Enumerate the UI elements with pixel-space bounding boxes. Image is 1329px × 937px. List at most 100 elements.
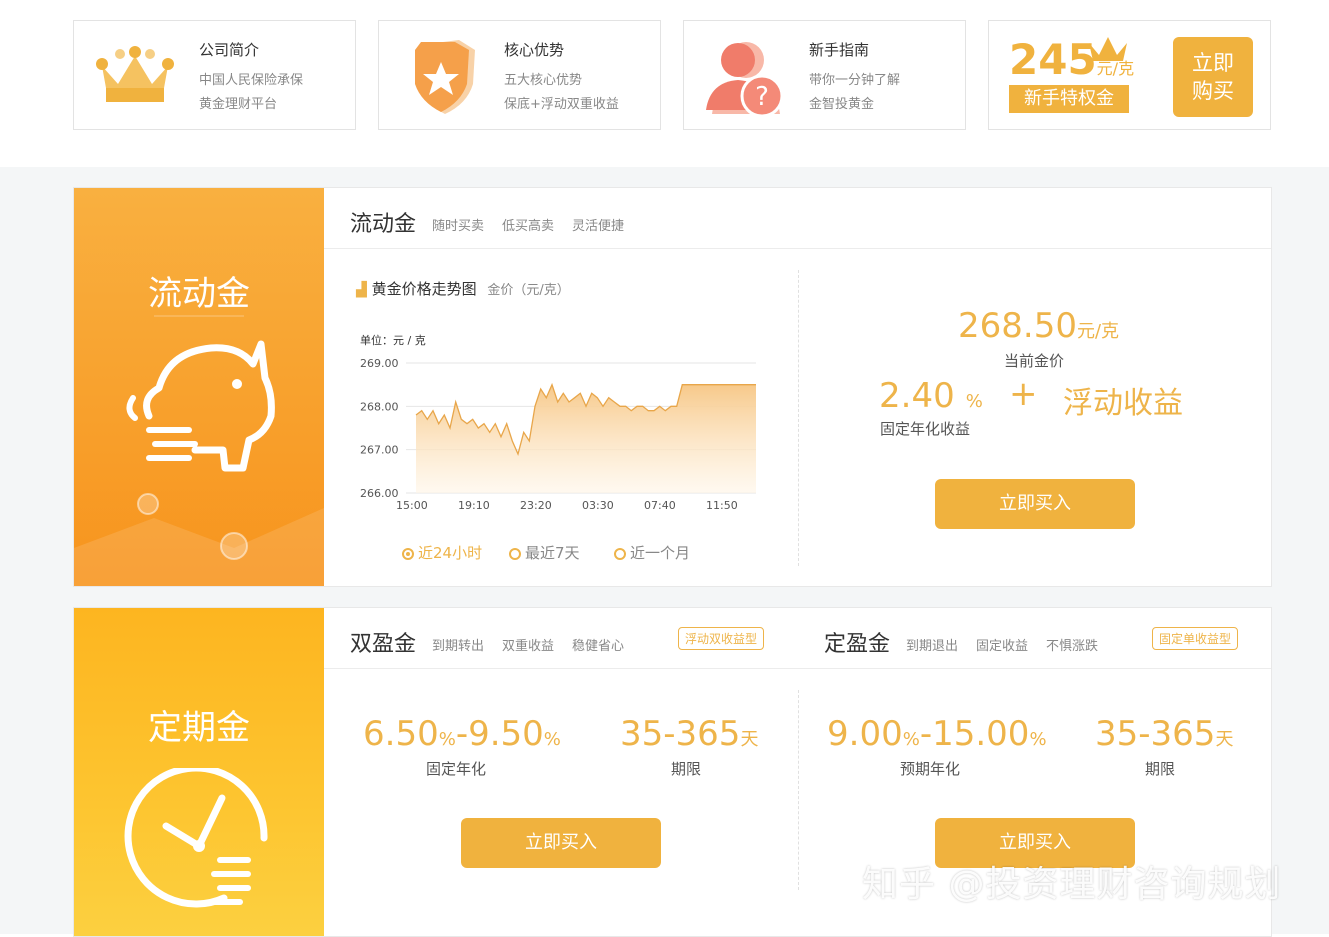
- shuangying-buy-button[interactable]: 立即买入: [461, 818, 661, 868]
- fixed-rate: 2.40: [879, 376, 955, 416]
- promo-unit: 元/克: [1096, 59, 1135, 78]
- price-area: [416, 384, 756, 493]
- x-tick-label: 23:20: [520, 499, 552, 512]
- chart-header: ▟ 黄金价格走势图 金价（元/克）: [356, 278, 570, 299]
- term-unit: 天: [740, 729, 759, 750]
- liudong-side-title: 流动金: [148, 274, 250, 314]
- term: 35-365: [620, 714, 741, 754]
- card-title: 新手指南: [809, 41, 870, 59]
- term-label: 期限: [1145, 760, 1176, 778]
- rate-unit: %: [965, 391, 983, 412]
- product-type-badge: 浮动双收益型: [678, 627, 765, 650]
- divider: [324, 668, 1271, 669]
- x-tick-label: 15:00: [396, 499, 428, 512]
- range-1m-radio[interactable]: 近一个月: [614, 542, 690, 563]
- buy-now-label: 立即购买: [1192, 51, 1234, 103]
- company-intro-card[interactable]: 公司简介 中国人民保险承保 黄金理财平台: [73, 20, 356, 130]
- product-tag: 不惧涨跌: [1046, 639, 1099, 654]
- card-line: 五大核心优势: [504, 73, 583, 88]
- liudong-side-banner: 流动金: [74, 188, 324, 586]
- card-title: 公司简介: [199, 41, 260, 59]
- rate-high: 9.50: [468, 714, 544, 754]
- rate-label: 预期年化: [900, 760, 961, 778]
- range-label: 近24小时: [418, 544, 483, 562]
- plus-sign: +: [1009, 374, 1038, 414]
- liudong-buy-button[interactable]: 立即买入: [935, 479, 1135, 529]
- dingqi-side-title: 定期金: [148, 708, 250, 748]
- crown-icon: [92, 36, 182, 116]
- x-tick-label: 03:30: [582, 499, 614, 512]
- product-tag: 到期退出: [906, 639, 959, 654]
- term-label: 期限: [671, 760, 702, 778]
- card-line: 金智投黄金: [809, 97, 875, 112]
- pct: %: [902, 729, 920, 750]
- rate-high: 15.00: [932, 714, 1030, 754]
- x-tick-label: 19:10: [458, 499, 490, 512]
- dash: -: [455, 714, 469, 754]
- x-tick-label: 11:50: [706, 499, 738, 512]
- pct: %: [438, 729, 456, 750]
- y-tick-label: 266.00: [360, 487, 399, 500]
- pct: %: [1029, 729, 1047, 750]
- product-type-badge: 固定单收益型: [1152, 627, 1239, 650]
- dashed-divider: [798, 690, 799, 890]
- divider: [324, 248, 1271, 249]
- dashed-divider: [798, 270, 799, 566]
- price-unit: 元/克: [1076, 321, 1120, 342]
- gold-price-chart: 单位：元 / 克 269.00 268.00 267.00 266.0015:00 19:…: [360, 333, 756, 512]
- buy-now-promo-button[interactable]: 立即购买: [1173, 37, 1253, 117]
- product-tag: 到期转出: [432, 639, 485, 654]
- user-question-icon: ?: [702, 36, 792, 118]
- product-tag: 固定收益: [976, 639, 1029, 654]
- watermark: 知乎 @投资理财咨询规划: [862, 864, 1282, 905]
- y-tick-label: 268.00: [360, 400, 399, 413]
- x-tick-label: 07:40: [644, 499, 676, 512]
- y-axis-label: 单位：元 / 克: [360, 333, 426, 347]
- rate-label: 固定年化: [426, 760, 487, 778]
- promo-amount: 245: [1009, 35, 1097, 84]
- card-line: 保底+浮动双重收益: [504, 97, 619, 112]
- product-tag: 稳健省心: [572, 639, 625, 654]
- range-7d-radio[interactable]: 最近7天: [509, 542, 580, 563]
- rate-low: 9.00: [827, 714, 903, 754]
- newbie-promo-card[interactable]: 245元/克 新手特权金 立即购买: [988, 20, 1271, 130]
- dash: -: [919, 714, 933, 754]
- chart-title: 黄金价格走势图: [371, 280, 477, 298]
- liudong-panel: 流动金 流动金 随时买卖 低买高卖 灵活便捷 ▟ 黄金价格走势图 金价（元/克）…: [73, 187, 1272, 587]
- liudong-tag: 灵活便捷: [572, 219, 625, 234]
- y-tick-label: 267.00: [360, 444, 399, 457]
- y-tick-label: 269.00: [360, 357, 399, 370]
- card-title: 核心优势: [504, 41, 565, 59]
- dingying-term: 35-365天: [1095, 714, 1233, 754]
- chart-unit-note: 金价（元/克）: [487, 283, 570, 298]
- svg-text:?: ?: [755, 82, 769, 112]
- piggy-bank-icon: [119, 338, 279, 482]
- dingying-rate: 9.00%-15.00%: [827, 714, 1047, 754]
- beginner-guide-card[interactable]: ? 新手指南 带你一分钟了解 金智投黄金: [683, 20, 966, 130]
- term: 35-365: [1095, 714, 1216, 754]
- range-24h-radio[interactable]: 近24小时: [402, 542, 482, 563]
- card-line: 黄金理财平台: [199, 97, 278, 112]
- card-line: 带你一分钟了解: [809, 73, 901, 88]
- product-tag: 双重收益: [502, 639, 555, 654]
- range-label: 近一个月: [630, 544, 691, 562]
- card-line: 中国人民保险承保: [199, 73, 304, 88]
- float-income-label: 浮动收益: [1063, 386, 1183, 421]
- dingying-title: 定盈金: [824, 632, 891, 657]
- shuangying-rate: 6.50%-9.50%: [363, 714, 561, 754]
- bar-chart-icon: ▟: [356, 282, 367, 298]
- current-price: 268.50: [958, 306, 1077, 346]
- shuangying-title: 双盈金: [350, 632, 417, 657]
- current-price-label: 当前金价: [1004, 352, 1065, 370]
- liudong-tag: 低买高卖: [502, 219, 555, 234]
- dingqi-side-banner: 定期金: [74, 608, 324, 936]
- shield-star-icon: [397, 36, 487, 116]
- shuangying-term: 35-365天: [620, 714, 758, 754]
- pct: %: [543, 729, 561, 750]
- promo-label: 新手特权金: [1009, 85, 1129, 113]
- fixed-rate-label: 固定年化收益: [880, 420, 971, 438]
- term-unit: 天: [1215, 729, 1234, 750]
- liudong-tag: 随时买卖: [432, 219, 485, 234]
- core-advantage-card[interactable]: 核心优势 五大核心优势 保底+浮动双重收益: [378, 20, 661, 130]
- liudong-title: 流动金: [350, 212, 417, 237]
